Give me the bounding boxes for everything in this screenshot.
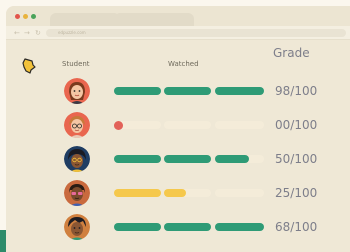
progress-segment-track xyxy=(215,121,264,129)
grade-value: 98/100 xyxy=(275,84,318,98)
column-header-student: Student xyxy=(62,60,90,68)
progress-segment-track xyxy=(164,121,211,129)
watched-progress-bar xyxy=(114,155,264,163)
browser-window: ← → ↻ edpuzzle.com Student Watched Grade xyxy=(6,6,350,252)
progress-segment-fill xyxy=(164,155,211,163)
reload-icon[interactable]: ↻ xyxy=(35,28,41,38)
close-window-button[interactable] xyxy=(15,14,20,19)
browser-tab[interactable] xyxy=(50,13,120,26)
column-header-grade: Grade xyxy=(273,46,310,60)
address-bar[interactable]: edpuzzle.com xyxy=(46,29,346,37)
column-header-watched: Watched xyxy=(168,60,199,68)
watched-progress-bar xyxy=(114,223,264,231)
watched-progress-bar xyxy=(114,87,264,95)
grade-value: 68/100 xyxy=(275,220,318,234)
grade-value: 50/100 xyxy=(275,152,318,166)
table-row[interactable]: 50/100 xyxy=(6,146,350,172)
progress-segment-fill xyxy=(164,189,186,197)
browser-toolbar: ← → ↻ edpuzzle.com xyxy=(6,26,350,40)
progress-segment-fill xyxy=(164,87,211,95)
forward-arrow-icon[interactable]: → xyxy=(24,28,30,38)
grade-value: 00/100 xyxy=(275,118,318,132)
table-row[interactable]: 98/100 xyxy=(6,78,350,104)
student-progress-table: Student Watched Grade 98/100 00/100 50/1… xyxy=(6,40,350,252)
progress-segment-fill xyxy=(114,189,161,197)
progress-segment-fill xyxy=(114,223,161,231)
table-row[interactable]: 68/100 xyxy=(6,214,350,240)
table-row[interactable]: 25/100 xyxy=(6,180,350,206)
grade-value: 25/100 xyxy=(275,186,318,200)
back-arrow-icon[interactable]: ← xyxy=(14,28,20,38)
edpuzzle-logo-icon xyxy=(22,58,36,74)
progress-segment-track xyxy=(215,189,264,197)
maximize-window-button[interactable] xyxy=(31,14,36,19)
progress-segment-fill xyxy=(215,87,264,95)
student-avatar-5 xyxy=(64,214,90,240)
watched-progress-bar xyxy=(114,189,264,197)
progress-segment-fill xyxy=(215,155,249,163)
progress-segment-fill xyxy=(164,223,211,231)
progress-segment-fill xyxy=(215,223,264,231)
progress-start-dot xyxy=(114,121,123,130)
title-bar xyxy=(6,6,350,26)
browser-tab[interactable] xyxy=(114,13,194,26)
student-avatar-3 xyxy=(64,146,90,172)
student-avatar-1 xyxy=(64,78,90,104)
minimize-window-button[interactable] xyxy=(23,14,28,19)
progress-segment-fill xyxy=(114,87,161,95)
table-row[interactable]: 00/100 xyxy=(6,112,350,138)
progress-segment-fill xyxy=(114,155,161,163)
student-avatar-2 xyxy=(64,112,90,138)
watched-progress-bar xyxy=(114,121,264,130)
student-avatar-4 xyxy=(64,180,90,206)
